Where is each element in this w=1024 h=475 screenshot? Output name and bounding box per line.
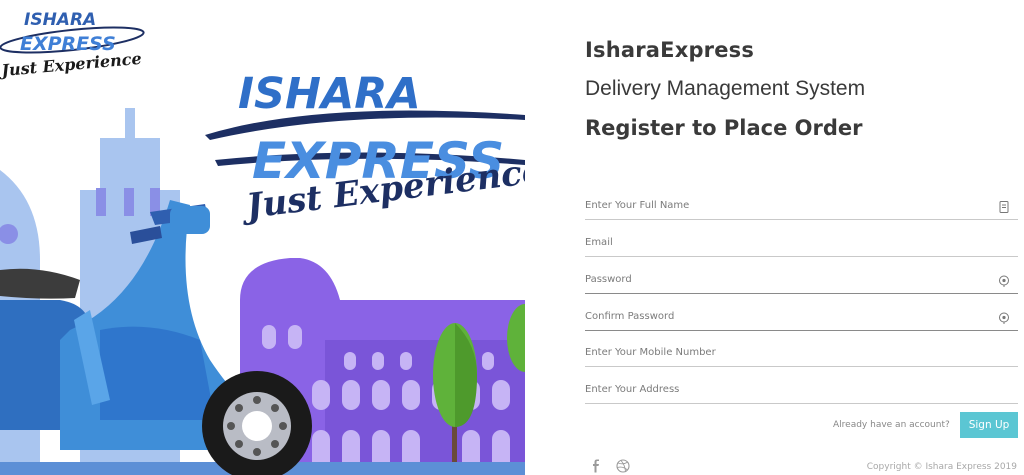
password-field — [585, 268, 1018, 294]
password-input[interactable] — [585, 268, 985, 290]
confirm-password-input[interactable] — [585, 305, 985, 327]
sign-up-button[interactable]: Sign Up — [960, 412, 1018, 438]
login-prompt-link[interactable]: Already have an account? — [833, 420, 950, 430]
address-field — [585, 378, 1018, 404]
brand-name: IsharaExpress — [585, 38, 755, 62]
large-logo-line1: ISHARA — [238, 69, 421, 119]
large-logo: ISHARA EXPRESS Just Experience — [205, 69, 525, 228]
small-logo: ISHARA EXPRESS Just Experience — [0, 10, 145, 80]
register-panel: IsharaExpress Delivery Management System… — [585, 0, 1020, 475]
email-input[interactable] — [585, 231, 985, 253]
full-name-input[interactable] — [585, 194, 985, 216]
copyright-text: Copyright © Ishara Express 2019 — [866, 462, 1017, 472]
small-logo-line1: ISHARA — [24, 10, 96, 30]
id-card-icon — [998, 198, 1010, 213]
hero-illustration: ISHARA EXPRESS Just Experience ISHARA EX… — [0, 0, 525, 475]
email-field — [585, 231, 1018, 257]
brand-subtitle: Delivery Management System — [585, 77, 866, 100]
facebook-icon[interactable] — [590, 458, 602, 473]
eye-icon[interactable] — [998, 272, 1010, 287]
dribbble-icon[interactable] — [616, 458, 630, 473]
confirm-password-field — [585, 305, 1018, 331]
mobile-input[interactable] — [585, 341, 985, 363]
mobile-field — [585, 341, 1018, 367]
page-heading: Register to Place Order — [585, 116, 863, 140]
eye-icon[interactable] — [998, 309, 1010, 324]
full-name-field — [585, 194, 1018, 220]
address-input[interactable] — [585, 378, 985, 400]
city-scooter-illustration: ISHARA EXPRESS Just Experience ISHARA EX… — [0, 10, 525, 475]
